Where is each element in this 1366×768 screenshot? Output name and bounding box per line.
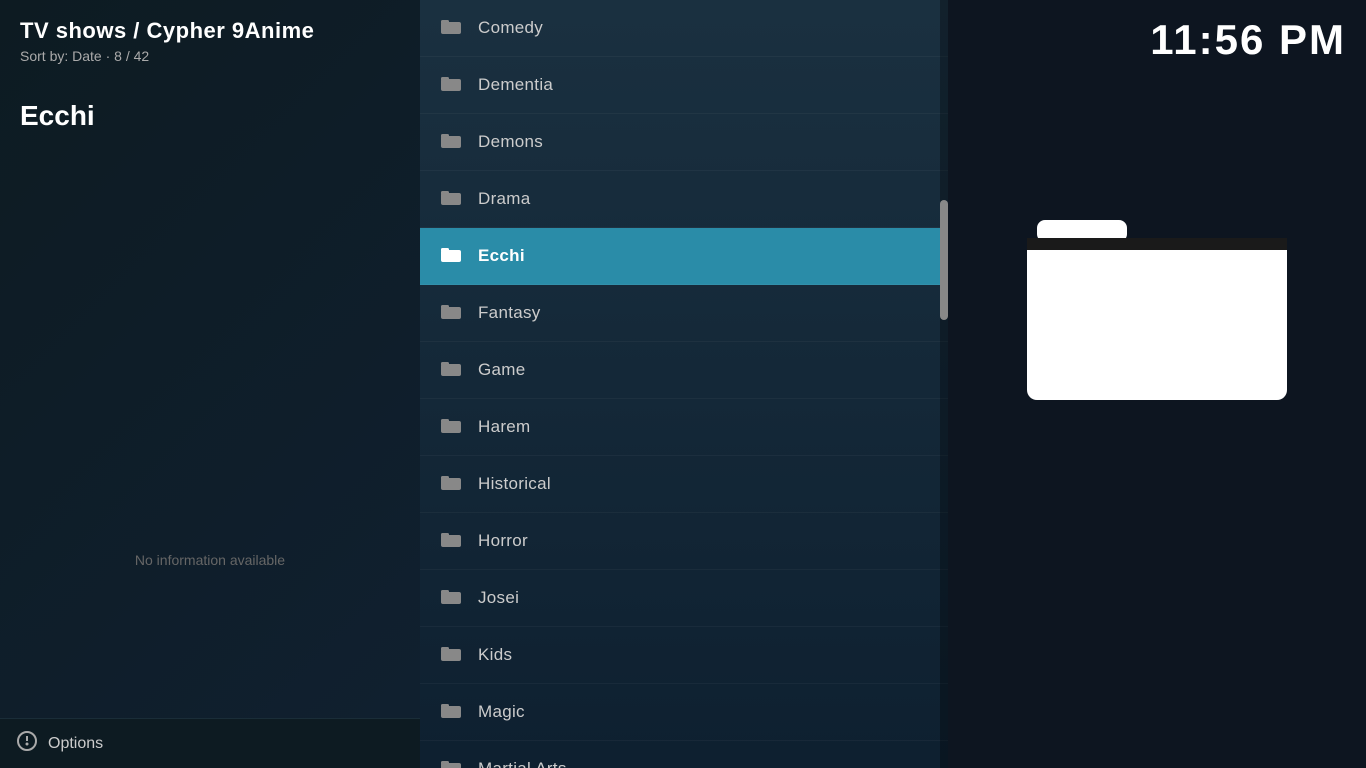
breadcrumb-area: TV shows / Cypher 9Anime Sort by: Date ·…: [0, 0, 420, 70]
folder-icon: [440, 74, 462, 97]
folder-icon: [440, 758, 462, 768]
item-label: Game: [478, 360, 526, 380]
list-item[interactable]: Kids: [420, 627, 948, 684]
item-label: Comedy: [478, 18, 543, 38]
folder-icon: [440, 302, 462, 325]
list-item[interactable]: Horror: [420, 513, 948, 570]
scrollbar[interactable]: [940, 0, 948, 768]
list-item[interactable]: Magic: [420, 684, 948, 741]
options-icon: [16, 730, 38, 758]
folder-icon: [440, 587, 462, 610]
item-label: Ecchi: [478, 246, 525, 266]
list-item[interactable]: Fantasy: [420, 285, 948, 342]
item-label: Fantasy: [478, 303, 541, 323]
item-label: Josei: [478, 588, 519, 608]
item-label: Dementia: [478, 75, 553, 95]
folder-icon: [440, 701, 462, 724]
options-label: Options: [48, 735, 103, 753]
scrollbar-thumb: [940, 200, 948, 320]
item-label: Kids: [478, 645, 512, 665]
folder-icon: [440, 416, 462, 439]
breadcrumb: TV shows / Cypher 9Anime: [20, 18, 400, 44]
item-label: Historical: [478, 474, 551, 494]
list-item[interactable]: Ecchi: [420, 228, 948, 285]
item-label: Harem: [478, 417, 531, 437]
folder-icon: [440, 188, 462, 211]
list-item[interactable]: Drama: [420, 171, 948, 228]
item-label: Magic: [478, 702, 525, 722]
sort-info: Sort by: Date · 8 / 42: [20, 48, 400, 64]
list-item[interactable]: Harem: [420, 399, 948, 456]
list-item[interactable]: Josei: [420, 570, 948, 627]
list-item[interactable]: Dementia: [420, 57, 948, 114]
list-item[interactable]: Demons: [420, 114, 948, 171]
list-item[interactable]: Game: [420, 342, 948, 399]
selected-label: Ecchi: [0, 70, 420, 132]
folder-icon: [440, 359, 462, 382]
item-label: Demons: [478, 132, 543, 152]
right-panel: 11:56 PM: [948, 0, 1366, 768]
folder-icon: [440, 530, 462, 553]
item-label: Martial Arts: [478, 759, 567, 768]
folder-graphic: [1027, 200, 1287, 415]
options-bar[interactable]: Options: [0, 718, 420, 768]
list-item[interactable]: Comedy: [420, 0, 948, 57]
list-panel: Comedy Dementia Demons Drama Ecchi Fanta…: [420, 0, 948, 768]
folder-icon: [440, 131, 462, 154]
clock: 11:56 PM: [1150, 16, 1346, 64]
list-container: Comedy Dementia Demons Drama Ecchi Fanta…: [420, 0, 948, 768]
folder-icon: [440, 473, 462, 496]
folder-icon: [440, 644, 462, 667]
item-label: Drama: [478, 189, 531, 209]
item-label: Horror: [478, 531, 528, 551]
list-item[interactable]: Martial Arts: [420, 741, 948, 768]
folder-icon: [440, 17, 462, 40]
folder-icon: [440, 245, 462, 268]
list-item[interactable]: Historical: [420, 456, 948, 513]
no-info-text: No information available: [0, 552, 420, 568]
left-panel: TV shows / Cypher 9Anime Sort by: Date ·…: [0, 0, 420, 768]
